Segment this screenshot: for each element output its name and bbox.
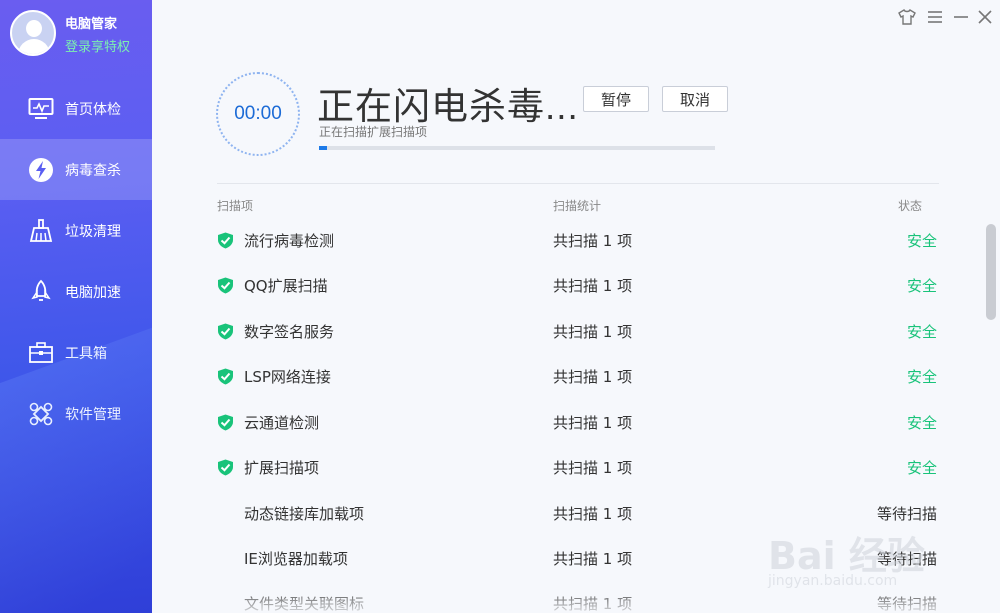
scan-item-name: QQ扩展扫描 [244, 277, 328, 295]
broom-icon [28, 218, 54, 244]
table-row: 扩展扫描项 共扫描 1 项 安全 [217, 452, 937, 482]
shield-check-icon [217, 277, 234, 294]
table-row: 云通道检测 共扫描 1 项 安全 [217, 407, 937, 437]
scan-item-status: 安全 [906, 232, 937, 250]
scan-item-status: 安全 [906, 323, 937, 341]
scan-item-stats: 共扫描 1 项 [553, 595, 633, 613]
scrollbar-thumb[interactable] [986, 224, 996, 320]
sidebar-item-toolbox[interactable]: 工具箱 [0, 322, 152, 383]
scan-progress-bar [319, 146, 715, 150]
table-row: LSP网络连接 共扫描 1 项 安全 [217, 361, 937, 391]
sidebar-item-label: 首页体检 [65, 101, 121, 118]
sidebar-item-checkup[interactable]: 首页体检 [0, 78, 152, 139]
sidebar-item-label: 软件管理 [65, 406, 121, 423]
scan-item-stats: 共扫描 1 项 [553, 505, 633, 523]
scan-item-name: 文件类型关联图标 [244, 595, 365, 613]
shield-check-icon [217, 368, 234, 385]
lightning-shield-icon [28, 157, 54, 183]
scan-item-stats: 共扫描 1 项 [553, 550, 633, 568]
shield-check-icon [217, 550, 234, 567]
scan-item-stats: 共扫描 1 项 [553, 459, 633, 477]
toolbox-icon [28, 340, 54, 366]
rocket-icon [28, 279, 54, 305]
scan-item-name: 云通道检测 [244, 414, 320, 432]
scan-item-name: 流行病毒检测 [244, 232, 335, 250]
login-link[interactable]: 登录享特权 [65, 36, 130, 55]
monitor-icon [28, 96, 54, 122]
shield-check-icon [217, 595, 234, 612]
scan-item-status: 等待扫描 [876, 595, 937, 613]
scan-item-stats: 共扫描 1 项 [553, 323, 633, 341]
scan-timer: 00:00 [216, 72, 300, 156]
scan-item-status: 安全 [906, 414, 937, 432]
scan-item-stats: 共扫描 1 项 [553, 368, 633, 386]
scan-item-name: 扩展扫描项 [244, 459, 320, 477]
sidebar-nav: 首页体检 病毒查杀 垃圾清理 电脑加速 工具箱 软件管理 [0, 78, 152, 444]
minimize-icon[interactable] [951, 7, 971, 27]
shield-check-icon [217, 459, 234, 476]
column-header-item: 扫描项 [217, 199, 254, 213]
sidebar: 电脑管家 登录享特权 首页体检 病毒查杀 垃圾清理 电脑加速 工具箱 软件管理 [0, 0, 152, 613]
cancel-button[interactable]: 取消 [662, 86, 728, 112]
column-header-stats: 扫描统计 [553, 199, 602, 213]
sidebar-item-label: 病毒查杀 [65, 162, 121, 179]
shield-check-icon [217, 505, 234, 522]
shield-check-icon [217, 323, 234, 340]
sidebar-item-cleanup[interactable]: 垃圾清理 [0, 200, 152, 261]
profile[interactable]: 电脑管家 登录享特权 [10, 10, 150, 56]
sidebar-item-label: 垃圾清理 [65, 223, 121, 240]
skin-icon[interactable] [897, 7, 917, 27]
pause-button[interactable]: 暂停 [583, 86, 649, 112]
watermark-text: Bai 经验 [768, 534, 925, 578]
timer-text: 00:00 [234, 103, 282, 124]
current-scan-item: 正在扫描扩展扫描项 [319, 125, 428, 139]
sidebar-item-label: 电脑加速 [65, 284, 121, 301]
scan-item-status: 安全 [906, 368, 937, 386]
watermark-sub: jingyan.baidu.com [768, 573, 898, 589]
table-row: 数字签名服务 共扫描 1 项 安全 [217, 316, 937, 346]
sidebar-item-label: 工具箱 [65, 345, 107, 362]
table-row: 流行病毒检测 共扫描 1 项 安全 [217, 225, 937, 255]
menu-icon[interactable] [925, 7, 945, 27]
sidebar-item-software[interactable]: 软件管理 [0, 383, 152, 444]
sidebar-item-speedup[interactable]: 电脑加速 [0, 261, 152, 322]
shield-check-icon [217, 232, 234, 249]
shield-check-icon [217, 414, 234, 431]
scan-item-stats: 共扫描 1 项 [553, 232, 633, 250]
scan-item-name: 数字签名服务 [244, 323, 335, 341]
sidebar-item-virus-scan[interactable]: 病毒查杀 [0, 139, 152, 200]
profile-name: 电脑管家 [65, 17, 118, 32]
scan-item-name: 动态链接库加载项 [244, 505, 365, 523]
scan-item-status: 安全 [906, 459, 937, 477]
apps-icon [28, 401, 54, 427]
column-header-status: 状态 [898, 199, 923, 213]
scan-item-stats: 共扫描 1 项 [553, 277, 633, 295]
avatar[interactable] [10, 10, 56, 56]
table-row: QQ扩展扫描 共扫描 1 项 安全 [217, 270, 937, 300]
scan-item-name: IE浏览器加载项 [244, 550, 348, 568]
close-icon[interactable] [975, 7, 995, 27]
scan-item-name: LSP网络连接 [244, 368, 331, 386]
page-title: 正在闪电杀毒... [317, 86, 579, 127]
scan-item-stats: 共扫描 1 项 [553, 414, 633, 432]
watermark: Bai 经验 jingyan.baidu.com [768, 505, 968, 595]
scan-item-status: 安全 [906, 277, 937, 295]
scan-progress-fill [319, 146, 327, 150]
divider [217, 183, 939, 184]
